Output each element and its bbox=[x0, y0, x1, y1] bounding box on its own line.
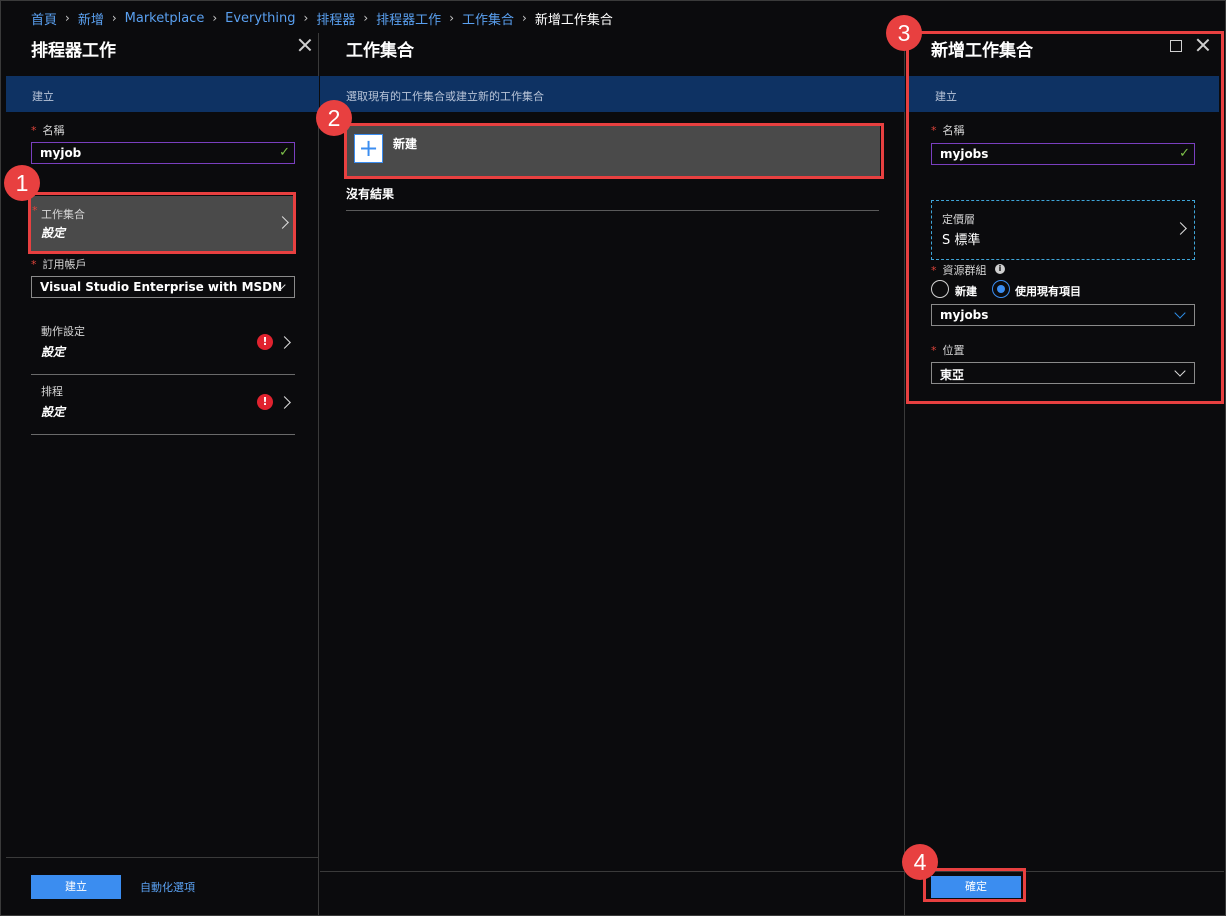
name-input-value: myjob bbox=[40, 146, 82, 160]
annotation-box-4 bbox=[923, 868, 1026, 902]
chevron-right-icon: › bbox=[449, 11, 454, 25]
portal-window: 首頁 › 新增 › Marketplace › Everything › 排程器… bbox=[0, 0, 1226, 916]
schedule-label: 排程 bbox=[41, 385, 63, 398]
annotation-box-2 bbox=[344, 123, 884, 179]
required-asterisk: * bbox=[31, 124, 37, 137]
name-label: * 名稱 bbox=[31, 122, 65, 138]
breadcrumb-scheduler[interactable]: 排程器 bbox=[316, 9, 355, 28]
required-asterisk: * bbox=[31, 258, 37, 271]
create-button[interactable]: 建立 bbox=[31, 875, 121, 899]
no-results-text: 沒有結果 bbox=[346, 185, 879, 211]
annotation-badge-1: 1 bbox=[4, 165, 40, 201]
subscription-value: Visual Studio Enterprise with MSDN bbox=[40, 280, 283, 294]
error-icon: ! bbox=[257, 394, 273, 410]
scheduler-job-blade: 排程器工作 建立 * 名稱 myjob ✓ * 工作集合 設定 * 訂用帳戶 Visu… bbox=[6, 33, 319, 915]
blade-title: 工作集合 bbox=[346, 41, 414, 61]
annotation-badge-4: 4 bbox=[902, 844, 938, 880]
action-settings-value: 設定 bbox=[41, 345, 66, 359]
breadcrumb-home[interactable]: 首頁 bbox=[31, 9, 57, 28]
blade-title: 排程器工作 bbox=[31, 41, 116, 61]
action-settings-row[interactable]: 動作設定 設定 ! bbox=[31, 315, 295, 375]
annotation-box-3 bbox=[906, 31, 1224, 404]
no-results-label: 沒有結果 bbox=[346, 187, 395, 201]
footer-divider bbox=[6, 857, 319, 858]
close-icon[interactable] bbox=[297, 37, 313, 53]
chevron-right-icon: › bbox=[212, 11, 218, 25]
breadcrumb: 首頁 › 新增 › Marketplace › Everything › 排程器… bbox=[31, 9, 613, 28]
breadcrumb-scheduler-job[interactable]: 排程器工作 bbox=[376, 9, 441, 28]
chevron-right-icon: › bbox=[363, 11, 369, 25]
breadcrumb-job-collection[interactable]: 工作集合 bbox=[462, 9, 514, 28]
error-icon: ! bbox=[257, 334, 273, 350]
subscription-select[interactable]: Visual Studio Enterprise with MSDN bbox=[31, 276, 295, 298]
schedule-row[interactable]: 排程 設定 ! bbox=[31, 375, 295, 435]
annotation-box-1 bbox=[28, 192, 296, 254]
subscription-label: * 訂用帳戶 bbox=[31, 256, 87, 272]
name-label-text: 名稱 bbox=[42, 124, 65, 137]
schedule-value: 設定 bbox=[41, 405, 66, 419]
annotation-badge-3: 3 bbox=[886, 15, 922, 51]
chevron-right-icon: › bbox=[303, 11, 309, 25]
chevron-right-icon: › bbox=[111, 11, 117, 25]
blade-header-bar: 選取現有的工作集合或建立新的工作集合 bbox=[320, 76, 905, 112]
breadcrumb-marketplace[interactable]: Marketplace bbox=[125, 11, 205, 26]
breadcrumb-new[interactable]: 新增 bbox=[78, 9, 104, 28]
annotation-badge-2: 2 bbox=[316, 100, 352, 136]
chevron-right-icon: › bbox=[522, 11, 527, 25]
breadcrumb-everything[interactable]: Everything bbox=[225, 11, 295, 26]
bar-text: 建立 bbox=[32, 90, 54, 103]
check-icon: ✓ bbox=[279, 145, 290, 160]
chevron-right-icon bbox=[278, 336, 291, 349]
chevron-right-icon: › bbox=[65, 11, 70, 25]
breadcrumb-current: 新增工作集合 bbox=[534, 12, 613, 28]
subscription-label-text: 訂用帳戶 bbox=[42, 258, 87, 271]
footer-divider bbox=[320, 871, 905, 872]
action-settings-label: 動作設定 bbox=[41, 325, 85, 338]
automation-options-link[interactable]: 自動化選項 bbox=[140, 879, 195, 895]
chevron-right-icon bbox=[278, 396, 291, 409]
bar-text: 選取現有的工作集合或建立新的工作集合 bbox=[346, 90, 544, 103]
name-input[interactable]: myjob ✓ bbox=[31, 142, 295, 164]
blade-header-bar: 建立 bbox=[6, 76, 319, 112]
